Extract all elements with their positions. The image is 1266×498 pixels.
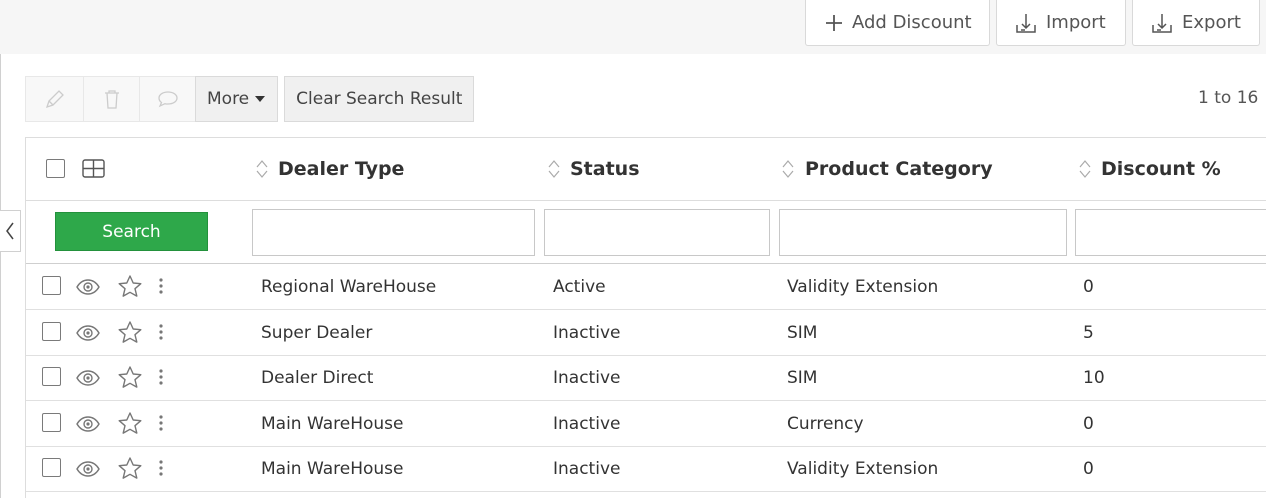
- eye-icon[interactable]: [75, 321, 101, 345]
- search-button[interactable]: Search: [55, 212, 208, 251]
- pencil-icon: [45, 90, 64, 109]
- cell-product-category: Validity Extension: [787, 459, 939, 479]
- cell-product-category: SIM: [787, 323, 818, 343]
- column-header-discount[interactable]: Discount %: [1101, 158, 1221, 180]
- paging-info: 1 to 16: [1198, 88, 1259, 108]
- select-all-checkbox[interactable]: [46, 159, 65, 178]
- cell-status: Inactive: [553, 414, 621, 434]
- status-filter-input[interactable]: [544, 209, 770, 256]
- row-checkbox[interactable]: [42, 413, 61, 432]
- comment-icon: [157, 91, 178, 108]
- table-row[interactable]: Regional WareHouse Active Validity Extensi…: [26, 264, 1266, 310]
- cell-status: Inactive: [553, 368, 621, 388]
- row-checkbox[interactable]: [42, 322, 61, 341]
- sort-icon[interactable]: [256, 160, 268, 178]
- cell-dealer-type: Super Dealer: [261, 323, 373, 343]
- import-label: Import: [1046, 12, 1106, 33]
- table-row[interactable]: Main WareHouse Inactive Validity Extension…: [26, 446, 1266, 492]
- export-label: Export: [1182, 12, 1241, 33]
- comment-button[interactable]: [139, 76, 195, 122]
- cell-discount: 10: [1083, 368, 1105, 388]
- edit-button[interactable]: [25, 76, 83, 122]
- table-row[interactable]: Dealer Direct Inactive SIM 10: [26, 355, 1266, 401]
- kebab-menu-icon[interactable]: [158, 459, 164, 477]
- column-header-product-category[interactable]: Product Category: [805, 158, 993, 180]
- star-icon[interactable]: [117, 320, 143, 345]
- row-checkbox[interactable]: [42, 458, 61, 477]
- kebab-menu-icon[interactable]: [158, 414, 164, 432]
- sort-icon[interactable]: [1079, 160, 1091, 178]
- cell-status: Inactive: [553, 459, 621, 479]
- eye-icon[interactable]: [75, 366, 101, 390]
- discount-filter-input[interactable]: [1075, 209, 1266, 256]
- cell-dealer-type: Main WareHouse: [261, 414, 404, 434]
- left-panel-border: [0, 54, 1, 498]
- table-row[interactable]: Super Dealer Inactive SIM 5: [26, 310, 1266, 356]
- delete-button[interactable]: [83, 76, 139, 122]
- eye-icon[interactable]: [75, 275, 101, 299]
- star-icon[interactable]: [117, 274, 143, 299]
- export-icon: [1152, 13, 1172, 33]
- eye-icon[interactable]: [75, 457, 101, 481]
- import-button[interactable]: Import: [996, 0, 1126, 46]
- cell-dealer-type: Main WareHouse: [261, 459, 404, 479]
- cell-status: Active: [553, 277, 606, 297]
- cell-product-category: Validity Extension: [787, 277, 939, 297]
- sort-icon[interactable]: [548, 160, 560, 178]
- discount-grid: Dealer Type Status Product Category Disc…: [25, 137, 1266, 498]
- cell-dealer-type: Regional WareHouse: [261, 277, 437, 297]
- column-chooser-icon[interactable]: [82, 159, 105, 178]
- cell-product-category: Currency: [787, 414, 864, 434]
- caret-down-icon: [255, 96, 266, 102]
- cell-discount: 0: [1083, 459, 1094, 479]
- kebab-menu-icon[interactable]: [158, 368, 164, 386]
- chevron-left-icon: [6, 222, 14, 240]
- add-discount-label: Add Discount: [852, 12, 972, 33]
- grid-header-row: Dealer Type Status Product Category Disc…: [26, 138, 1266, 201]
- sort-icon[interactable]: [782, 160, 794, 178]
- add-discount-button[interactable]: Add Discount: [805, 0, 990, 46]
- cell-discount: 0: [1083, 277, 1094, 297]
- top-action-bar: Add Discount Import Export: [0, 0, 1266, 54]
- clear-search-label: Clear Search Result: [296, 89, 463, 109]
- cell-product-category: SIM: [787, 368, 818, 388]
- grid-toolbar: More Clear Search Result: [25, 76, 475, 122]
- cell-discount: 0: [1083, 414, 1094, 434]
- column-header-dealer-type[interactable]: Dealer Type: [278, 158, 404, 180]
- eye-icon[interactable]: [75, 412, 101, 436]
- cell-dealer-type: Dealer Direct: [261, 368, 374, 388]
- clear-search-result-button[interactable]: Clear Search Result: [284, 76, 475, 122]
- table-row[interactable]: Main WareHouse Inactive Currency 0: [26, 401, 1266, 447]
- star-icon[interactable]: [117, 411, 143, 436]
- trash-icon: [104, 90, 119, 109]
- star-icon[interactable]: [117, 365, 143, 390]
- dealer-type-filter-input[interactable]: [252, 209, 535, 256]
- export-button[interactable]: Export: [1132, 0, 1260, 46]
- more-label: More: [207, 89, 250, 109]
- cell-status: Inactive: [553, 323, 621, 343]
- cell-discount: 5: [1083, 323, 1094, 343]
- filter-row: Search: [26, 201, 1266, 264]
- star-icon[interactable]: [117, 456, 143, 481]
- column-header-status[interactable]: Status: [570, 158, 640, 180]
- kebab-menu-icon[interactable]: [158, 323, 164, 341]
- product-category-filter-input[interactable]: [779, 209, 1067, 256]
- collapse-panel-button[interactable]: [0, 210, 21, 252]
- plus-icon: [826, 14, 842, 31]
- kebab-menu-icon[interactable]: [158, 277, 164, 295]
- import-icon: [1016, 13, 1036, 33]
- row-checkbox[interactable]: [42, 276, 61, 295]
- more-dropdown-button[interactable]: More: [195, 76, 279, 122]
- row-checkbox[interactable]: [42, 367, 61, 386]
